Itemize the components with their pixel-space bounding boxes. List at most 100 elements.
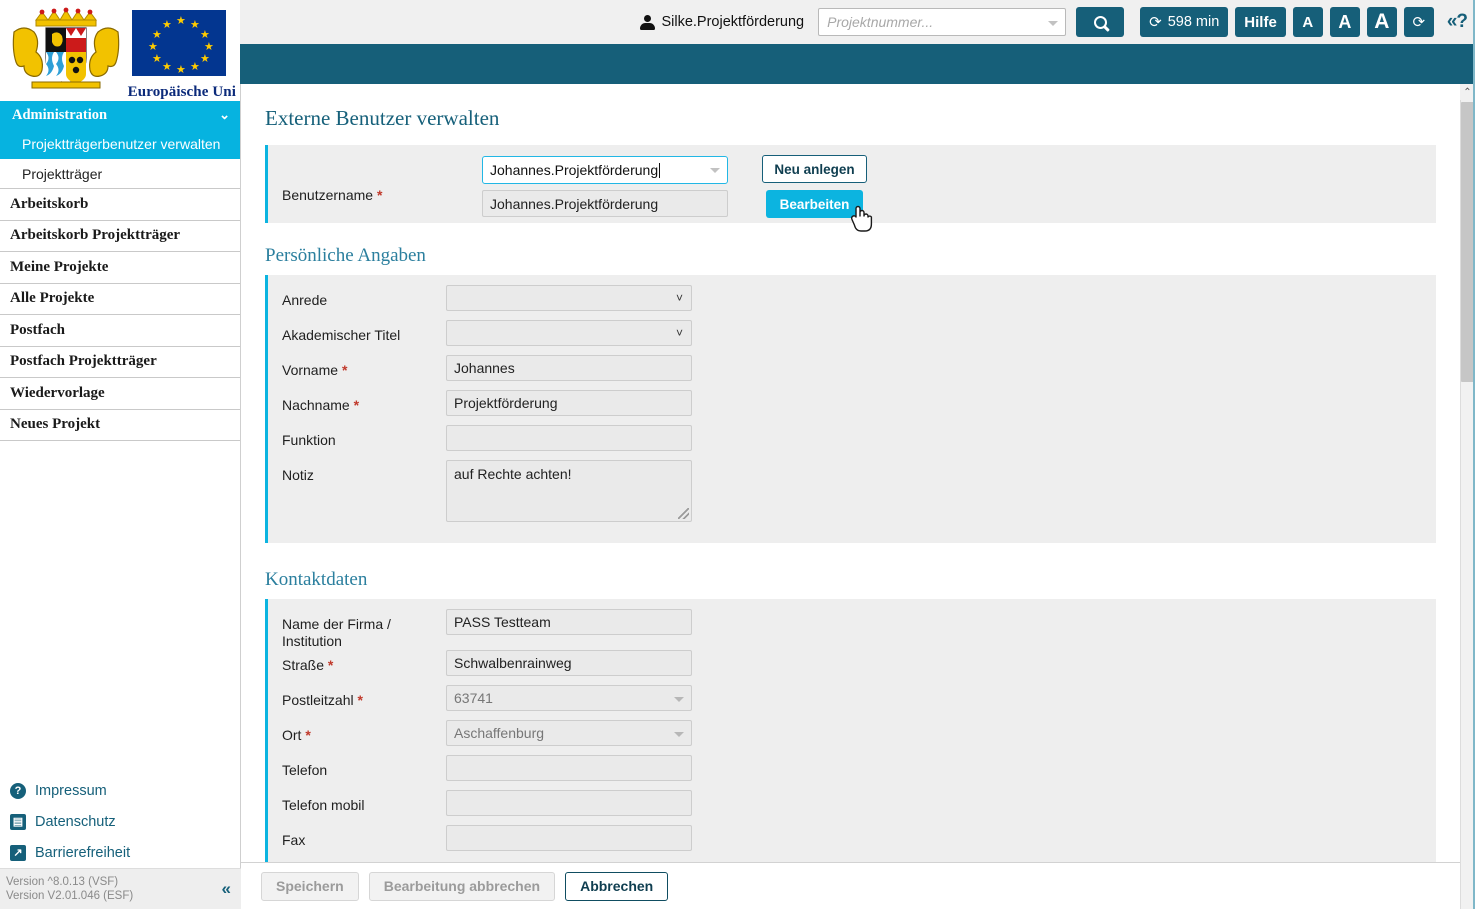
field-label: Telefon mobil — [282, 797, 365, 813]
field-label: Funktion — [282, 432, 336, 448]
field-label: Straße * — [282, 657, 334, 673]
version-line-1: Version ^8.0.13 (VSF) — [6, 876, 119, 888]
sidebar-item-arbeitskorb[interactable]: Arbeitskorb — [0, 189, 240, 221]
fax-input[interactable] — [446, 825, 692, 851]
sidebar-item-label: Neues Projekt — [10, 416, 101, 433]
scroll-up-button[interactable]: ⌃ — [1460, 84, 1475, 100]
field-label: Anrede — [282, 292, 328, 308]
collapse-sidebar-button[interactable]: « — [222, 879, 232, 899]
sidebar-item-neues-projekt[interactable]: Neues Projekt — [0, 410, 240, 441]
font-size-small-button[interactable]: A — [1292, 7, 1323, 37]
font-size-medium-label: A — [1338, 11, 1352, 32]
project-number-search-input[interactable]: Projektnummer... — [818, 8, 1067, 36]
funktion-input[interactable] — [446, 425, 692, 451]
field-row-fax: Fax — [268, 825, 1436, 860]
nachname-input[interactable]: Projektförderung — [446, 390, 692, 416]
chevron-down-icon — [710, 168, 720, 173]
search-icon — [1093, 15, 1107, 29]
current-user: Silke.Projektförderung — [640, 14, 804, 30]
sidebar-item-projekttraegerbenutzer-verwalten[interactable]: Projektträgerbenutzer verwalten — [0, 129, 240, 159]
eu-flag-icon: ★ ★ ★ ★ ★ ★ ★ ★ ★ ★ ★ ★ — [132, 10, 226, 76]
notiz-value: auf Rechte achten! — [454, 466, 572, 482]
sidebar-item-label: Alle Projekte — [10, 290, 95, 307]
footer-link-datenschutz[interactable]: ▤ Datenschutz — [10, 806, 241, 837]
chevron-down-icon — [674, 697, 684, 702]
firma-input[interactable]: PASS Testteam — [446, 609, 692, 635]
akademischer-titel-select[interactable]: ˅ — [446, 320, 692, 346]
font-size-small-label: A — [1302, 13, 1314, 31]
anrede-select[interactable]: ˅ — [446, 285, 692, 311]
notiz-textarea[interactable]: auf Rechte achten! — [446, 460, 692, 522]
refresh-icon: ⟳ — [1149, 13, 1162, 31]
field-row-vorname: Vorname * Johannes — [268, 355, 1436, 390]
firma-value: PASS Testteam — [454, 614, 551, 630]
postleitzahl-combobox[interactable]: 63741 — [446, 685, 692, 711]
sidebar-item-label: Arbeitskorb — [10, 195, 89, 212]
chevron-down-icon: ˅ — [675, 291, 683, 305]
current-user-name: Silke.Projektförderung — [661, 14, 805, 30]
new-user-button[interactable]: Neu anlegen — [762, 155, 867, 183]
field-label: Fax — [282, 832, 306, 848]
cancel-edit-button[interactable]: Bearbeitung abbrechen — [368, 871, 556, 901]
username-label: Benutzername * — [282, 187, 383, 203]
cancel-button[interactable]: Abbrechen — [565, 871, 669, 901]
chevron-down-icon: ⌄ — [219, 107, 230, 122]
teal-header-band — [240, 44, 1475, 84]
field-row-funktion: Funktion — [268, 425, 1436, 460]
required-marker: * — [341, 362, 348, 378]
ort-combobox[interactable]: Aschaffenburg — [446, 720, 692, 746]
save-button[interactable]: Speichern — [261, 871, 359, 901]
project-number-placeholder: Projektnummer... — [827, 14, 934, 30]
page-title: Externe Benutzer verwalten — [265, 106, 500, 130]
sidebar-item-alle-projekte[interactable]: Alle Projekte — [0, 284, 240, 315]
sidebar-item-meine-projekte[interactable]: Meine Projekte — [0, 252, 240, 284]
session-timer-label: 598 min — [1167, 14, 1220, 30]
field-row-akademischer-titel: Akademischer Titel ˅ — [268, 320, 1436, 355]
sidebar-subitem-label: Projektträger — [22, 165, 103, 182]
username-suggestion-label: Johannes.Projektförderung — [490, 195, 659, 212]
field-row-firma: Name der Firma / Institution PASS Testte… — [268, 609, 1436, 650]
telefon-mobil-input[interactable] — [446, 790, 692, 816]
footer-link-barrierefreiheit[interactable]: ↗ Barrierefreiheit — [10, 837, 241, 868]
username-combobox[interactable]: Johannes.Projektförderung — [482, 156, 728, 184]
field-row-postleitzahl: Postleitzahl * 63741 — [268, 685, 1436, 720]
sidebar-item-arbeitskorb-projekttraeger[interactable]: Arbeitskorb Projektträger — [0, 221, 240, 252]
field-label: Telefon — [282, 762, 328, 778]
field-label: Vorname * — [282, 362, 348, 378]
sidebar-item-administration[interactable]: Administration ⌄ — [0, 101, 240, 129]
username-suggestion-option[interactable]: Johannes.Projektförderung — [482, 190, 728, 217]
vorname-input[interactable]: Johannes — [446, 355, 692, 381]
username-input-value: Johannes.Projektförderung — [490, 162, 659, 178]
edit-user-label: Bearbeiten — [779, 196, 850, 212]
required-marker: * — [353, 397, 360, 413]
sidebar-item-postfach[interactable]: Postfach — [0, 315, 240, 347]
font-size-medium-button[interactable]: A — [1329, 7, 1360, 37]
footer-link-label: Barrierefreiheit — [35, 844, 131, 861]
cancel-label: Abbrechen — [580, 878, 654, 894]
chevron-down-icon — [674, 732, 684, 737]
edit-user-button[interactable]: Bearbeiten — [766, 190, 863, 218]
version-line-2: Version V2.01.046 (ESF) — [6, 890, 134, 902]
field-row-telefon-mobil: Telefon mobil — [268, 790, 1436, 825]
ort-value: Aschaffenburg — [454, 725, 545, 741]
vorname-value: Johannes — [454, 360, 515, 376]
sidebar-item-label: Wiedervorlage — [10, 384, 105, 401]
resize-handle-icon[interactable] — [678, 508, 689, 519]
top-bar: Silke.Projektförderung Projektnummer... … — [240, 0, 1475, 44]
reload-button[interactable]: ⟳ — [1403, 7, 1434, 37]
help-button[interactable]: Hilfe — [1235, 7, 1286, 37]
strasse-input[interactable]: Schwalbenrainweg — [446, 650, 692, 676]
font-size-large-button[interactable]: A — [1366, 7, 1397, 37]
sidebar-item-wiedervorlage[interactable]: Wiedervorlage — [0, 378, 240, 410]
sidebar-item-projekttraeger[interactable]: Projektträger — [0, 159, 240, 189]
username-panel: Benutzername * Johannes.Projektförderung… — [265, 145, 1436, 232]
field-label: Akademischer Titel — [282, 327, 401, 343]
sidebar-item-label: Postfach — [10, 321, 65, 338]
sidebar-item-postfach-projekttraeger[interactable]: Postfach Projektträger — [0, 347, 240, 378]
vertical-scrollbar-thumb[interactable] — [1461, 102, 1474, 382]
footer-link-impressum[interactable]: ? Impressum — [10, 775, 241, 806]
telefon-input[interactable] — [446, 755, 692, 781]
context-help-toggle[interactable]: «? — [1441, 11, 1468, 33]
search-button[interactable] — [1076, 7, 1125, 37]
session-timer-button[interactable]: ⟳ 598 min — [1140, 7, 1229, 37]
